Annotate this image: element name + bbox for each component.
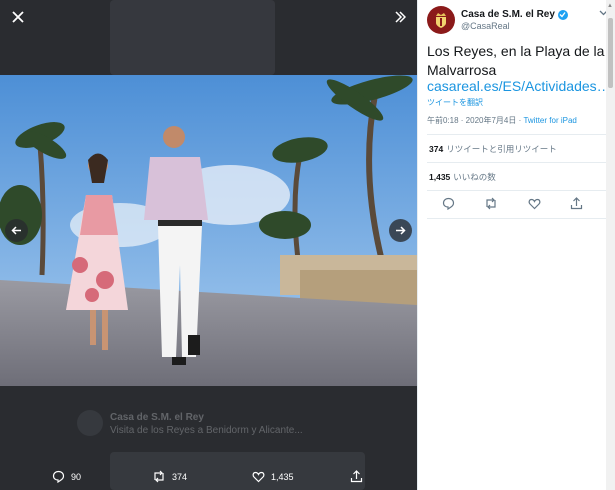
panel-retweet-button[interactable] bbox=[484, 197, 498, 215]
royal-crest-icon bbox=[436, 13, 446, 28]
reply-icon bbox=[52, 470, 65, 483]
scrollbar[interactable]: ▲ bbox=[606, 0, 615, 490]
tweet-link[interactable]: casareal.es/ES/Actividades… bbox=[427, 78, 607, 94]
share-icon bbox=[350, 470, 363, 483]
background-text: Visita de los Reyes a Benidorm y Alicant… bbox=[110, 425, 303, 436]
scroll-up-icon[interactable]: ▲ bbox=[607, 3, 613, 9]
media-action-bar: 90 374 1,435 bbox=[0, 462, 417, 490]
previous-media-button[interactable] bbox=[5, 219, 28, 242]
retweet-count: 374 bbox=[172, 471, 188, 482]
verified-badge-icon bbox=[557, 9, 568, 20]
tweet-source[interactable]: Twitter for iPad bbox=[523, 116, 576, 125]
reply-icon bbox=[442, 197, 455, 211]
arrow-right-icon bbox=[396, 226, 406, 235]
divider bbox=[427, 162, 606, 163]
author-handle[interactable]: @CasaReal bbox=[461, 21, 510, 31]
reply-count: 90 bbox=[71, 471, 82, 482]
panel-reply-button[interactable] bbox=[442, 197, 455, 215]
close-icon bbox=[12, 11, 24, 23]
like-button[interactable]: 1,435 bbox=[252, 470, 294, 483]
retweet-icon bbox=[486, 197, 496, 210]
likes-label: いいねの数 bbox=[453, 172, 496, 182]
photo-scene bbox=[0, 75, 417, 386]
tweet-detail-panel: Casa de S.M. el Rey @CasaReal Los Reyes,… bbox=[417, 0, 615, 490]
likes-stat[interactable]: 1,435 いいねの数 bbox=[429, 171, 496, 183]
retweets-stat[interactable]: 374 リツイートと引用リツイート bbox=[429, 143, 557, 155]
background-avatar bbox=[77, 410, 103, 436]
retweet-button[interactable]: 374 bbox=[152, 470, 187, 483]
retweets-label: リツイートと引用リツイート bbox=[446, 144, 557, 154]
close-button[interactable] bbox=[7, 6, 29, 28]
avatar[interactable] bbox=[427, 6, 455, 34]
heart-icon bbox=[252, 471, 265, 483]
reply-button[interactable]: 90 bbox=[52, 470, 81, 483]
next-media-button[interactable] bbox=[389, 219, 412, 242]
author-name: Casa de S.M. el Rey bbox=[461, 9, 555, 20]
tweet-timestamp[interactable]: 午前0:18 · 2020年7月4日 bbox=[427, 116, 516, 125]
media-viewer: Casa de S.M. el Rey Visita de los Reyes … bbox=[0, 0, 417, 490]
heart-icon bbox=[528, 198, 541, 210]
divider bbox=[427, 218, 606, 219]
tweet-meta: 午前0:18 · 2020年7月4日 · Twitter for iPad bbox=[427, 115, 577, 126]
divider bbox=[427, 134, 606, 135]
retweets-count: 374 bbox=[429, 144, 444, 154]
double-chevron-right-icon bbox=[395, 11, 406, 23]
background-media bbox=[110, 0, 275, 75]
divider bbox=[427, 190, 606, 191]
background-author: Casa de S.M. el Rey bbox=[110, 412, 204, 423]
retweet-icon bbox=[154, 470, 164, 483]
panel-share-button[interactable] bbox=[570, 197, 583, 215]
share-button[interactable] bbox=[350, 470, 369, 483]
toggle-panel-button[interactable] bbox=[389, 6, 411, 28]
scrollbar-thumb[interactable] bbox=[608, 18, 613, 88]
likes-count: 1,435 bbox=[429, 172, 451, 182]
tweet-photo[interactable] bbox=[0, 75, 417, 386]
like-count: 1,435 bbox=[271, 471, 294, 482]
arrow-left-icon bbox=[11, 226, 21, 235]
translate-tweet-link[interactable]: ツイートを翻訳 bbox=[427, 97, 483, 108]
tweet-text: Los Reyes, en la Playa de la Malvarrosa bbox=[427, 43, 605, 78]
author-name-row[interactable]: Casa de S.M. el Rey bbox=[461, 9, 568, 20]
share-icon bbox=[570, 197, 583, 210]
panel-like-button[interactable] bbox=[528, 197, 541, 215]
